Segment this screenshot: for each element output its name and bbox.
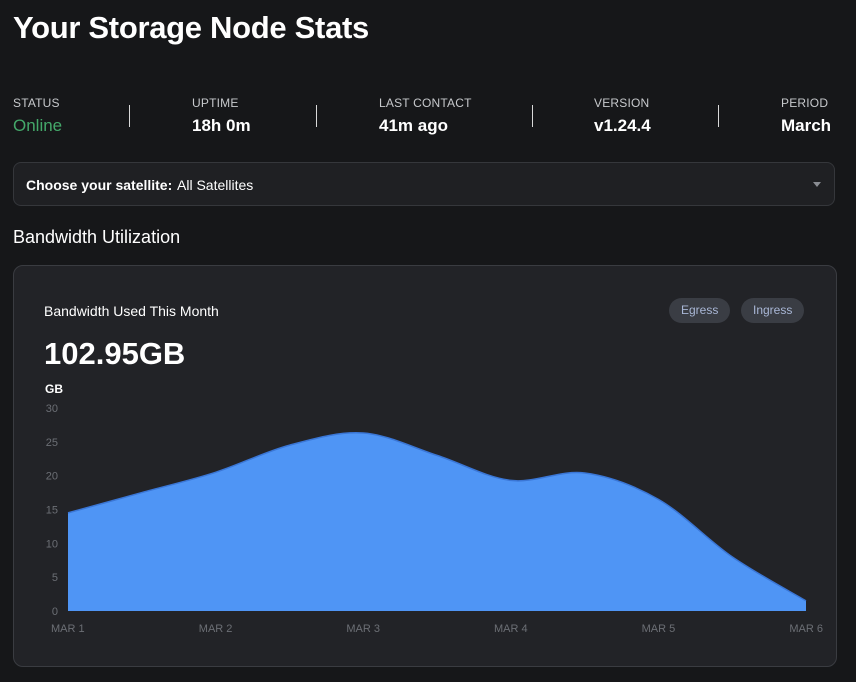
stat-uptime-label: UPTIME bbox=[192, 96, 239, 110]
satellite-select-value: All Satellites bbox=[177, 177, 254, 193]
x-tick-label: MAR 6 bbox=[789, 623, 823, 635]
bandwidth-area bbox=[68, 432, 806, 611]
stat-status-label: STATUS bbox=[13, 96, 60, 110]
stats-bar: STATUS Online UPTIME 18h 0m LAST CONTACT… bbox=[13, 96, 837, 140]
bandwidth-chart-card: Bandwidth Used This Month 102.95GB Egres… bbox=[13, 265, 837, 667]
y-tick-label: 20 bbox=[46, 471, 58, 483]
x-tick-label: MAR 1 bbox=[51, 623, 85, 635]
x-tick-label: MAR 5 bbox=[642, 623, 676, 635]
stat-divider bbox=[718, 105, 719, 127]
stat-version-value: v1.24.4 bbox=[594, 116, 651, 135]
satellite-select-label: Choose your satellite: bbox=[26, 177, 173, 193]
x-tick-label: MAR 4 bbox=[494, 623, 528, 635]
section-title: Bandwidth Utilization bbox=[13, 227, 181, 247]
stat-uptime-value: 18h 0m bbox=[192, 116, 251, 135]
y-axis-unit-label: GB bbox=[45, 382, 63, 396]
stat-divider bbox=[532, 105, 533, 127]
chevron-down-icon[interactable] bbox=[813, 182, 821, 187]
y-tick-label: 5 bbox=[52, 572, 58, 584]
bandwidth-area-chart: GB 0 5 10 15 20 25 30 MAR 1 MAR 2 MAR 3 MAR 4 MAR 5 M… bbox=[45, 382, 823, 635]
y-tick-label: 0 bbox=[52, 606, 58, 618]
stat-last-contact-label: LAST CONTACT bbox=[379, 96, 472, 110]
stat-last-contact-value: 41m ago bbox=[379, 116, 448, 135]
stat-uptime: UPTIME 18h 0m bbox=[192, 96, 251, 136]
stat-version: VERSION v1.24.4 bbox=[594, 96, 651, 136]
page-title: Your Storage Node Stats bbox=[13, 10, 369, 45]
x-tick-label: MAR 3 bbox=[346, 623, 380, 635]
stat-status-value: Online bbox=[13, 116, 63, 135]
stat-divider bbox=[316, 105, 317, 127]
stat-period: PERIOD March bbox=[781, 96, 831, 136]
stat-period-label: PERIOD bbox=[781, 96, 829, 110]
satellite-select[interactable]: Choose your satellite: All Satellites bbox=[13, 162, 835, 206]
x-tick-label: MAR 2 bbox=[199, 623, 233, 635]
stat-divider bbox=[129, 105, 130, 127]
y-tick-label: 15 bbox=[46, 505, 58, 517]
stat-status: STATUS Online bbox=[13, 96, 62, 136]
y-tick-label: 25 bbox=[46, 437, 58, 449]
stat-period-value: March bbox=[781, 116, 832, 135]
stat-version-label: VERSION bbox=[594, 96, 650, 110]
stat-last-contact: LAST CONTACT 41m ago bbox=[379, 96, 472, 136]
y-tick-label: 10 bbox=[46, 538, 58, 550]
y-tick-label: 30 bbox=[46, 403, 58, 415]
